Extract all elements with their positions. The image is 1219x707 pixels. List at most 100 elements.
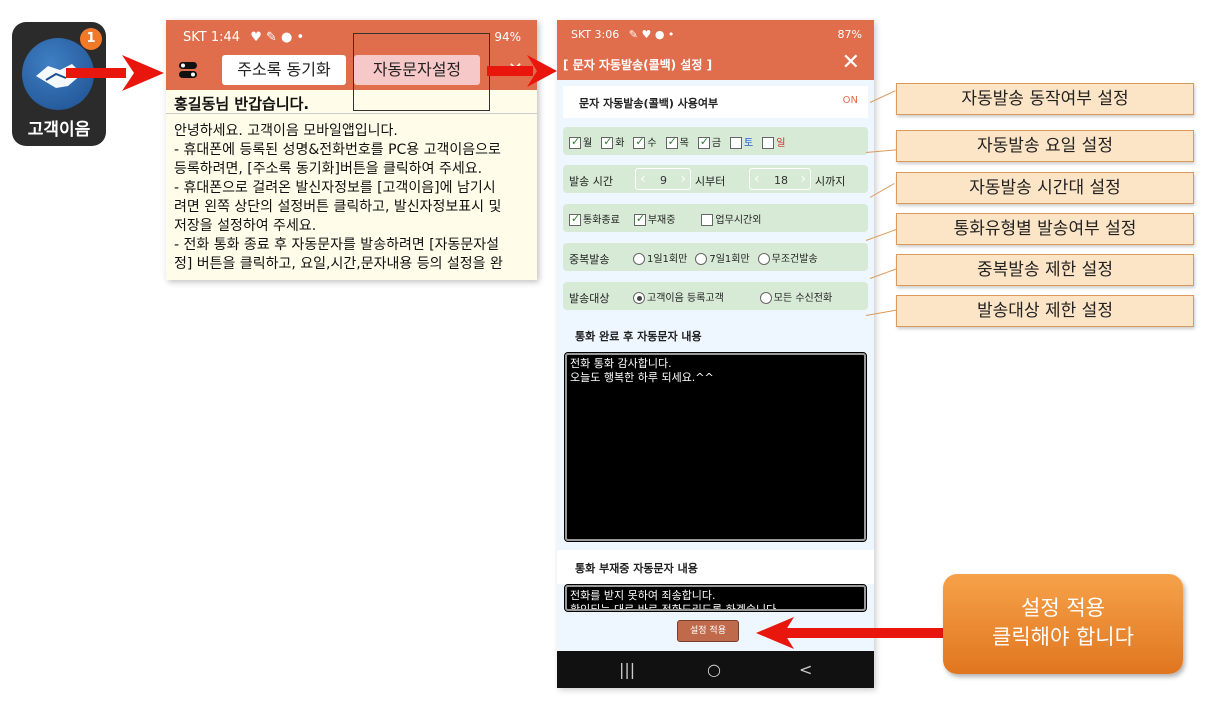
phone-screen-auto-sms-settings: SKT 3:06 ✎ ♥ ● • 87% [ 문자 자동발송(콜백) 설정 ] … — [557, 20, 874, 688]
checkbox-icon — [633, 135, 646, 149]
call-type-checkbox-0[interactable]: 통화종료 — [569, 212, 620, 226]
tutorial-canvas: 1 고객이음 SKT 1:44 ♥ ✎ ● • 94% 주소록 동기화 자동문자… — [0, 0, 1219, 707]
radio-icon — [695, 253, 708, 265]
usage-toggle[interactable]: ON — [843, 95, 858, 106]
weekday-checkbox-0[interactable]: 월 — [569, 135, 593, 149]
weekday-label: 토 — [744, 138, 754, 149]
callout-call-type: 통화유형별 발송여부 설정 — [896, 213, 1194, 245]
start-hour-stepper[interactable]: ‹ 9 › — [635, 168, 691, 190]
end-hour-value: 18 — [774, 174, 788, 187]
battery-text: 94% — [494, 30, 521, 44]
textarea-line: 오늘도 행복한 하루 되세요.^^ — [570, 371, 714, 384]
radio-icon — [633, 292, 645, 304]
status-icons: ✎ ♥ ● • — [628, 28, 675, 41]
weekday-label: 월 — [583, 138, 593, 149]
call-type-row: 통화종료 부재중 업무시간외 — [563, 204, 868, 232]
intro-line: 려면 왼쪽 상단의 설정버튼 클릭하고, 발신자정보표시 및 — [174, 199, 502, 215]
time-to-label: 시까지 — [815, 175, 846, 188]
status-time: SKT 1:44 — [183, 30, 241, 45]
arrow-right-icon — [487, 55, 557, 87]
callout-time: 자동발송 시간대 설정 — [896, 172, 1194, 204]
weekday-checkbox-6[interactable]: 일 — [762, 137, 786, 149]
call-type-label: 업무시간외 — [715, 215, 762, 226]
status-time: SKT 3:06 — [571, 28, 620, 41]
weekday-checkbox-2[interactable]: 수 — [633, 135, 657, 149]
battery-text: 87% — [837, 28, 862, 41]
settings-content: 문자 자동발송(콜백) 사용여부 ON 월 화 수 목 금 토 일 발송 시간 ‹ 9 › … — [557, 80, 874, 651]
home-icon[interactable]: ○ — [707, 660, 721, 679]
recent-apps-icon[interactable]: ||| — [619, 660, 635, 679]
intro-text: 안녕하세요. 고객이음 모바일앱입니다. - 휴대폰에 등록된 성명&전화번호를… — [166, 114, 537, 274]
apply-settings-button[interactable]: 설정 적용 — [677, 620, 739, 642]
intro-line: - 휴대폰에 등록된 성명&전화번호를 PC용 고객이음으로 — [174, 142, 501, 158]
intro-line: 안녕하세요. 고객이음 모바일앱입니다. — [174, 123, 398, 139]
checkbox-icon — [569, 135, 581, 149]
callout-line: 클릭해야 합니다 — [992, 625, 1134, 649]
call-type-checkbox-2[interactable]: 업무시간외 — [701, 214, 762, 226]
usage-label: 문자 자동발송(콜백) 사용여부 — [579, 97, 719, 110]
intro-line: 저장을 설정하여 주세요. — [174, 218, 317, 234]
weekday-checkbox-4[interactable]: 금 — [697, 135, 722, 149]
target-radio-1[interactable]: 모든 수신전화 — [759, 292, 833, 304]
weekday-label: 목 — [679, 138, 689, 149]
app-icon-label: 고객이음 — [27, 120, 91, 140]
end-hour-stepper[interactable]: ‹ 18 › — [749, 168, 811, 190]
target-label: 발송대상 — [569, 292, 610, 305]
call-type-label: 통화종료 — [583, 215, 620, 226]
duplicate-option-label: 무조건발송 — [771, 254, 818, 265]
weekday-row: 월화수목금토일 — [563, 127, 868, 155]
weekday-checkbox-3[interactable]: 목 — [665, 135, 689, 149]
callout-usage: 자동발송 동작여부 설정 — [896, 83, 1194, 115]
done-message-textarea[interactable]: 전화 통화 감사합니다. 오늘도 행복한 하루 되세요.^^ — [564, 352, 867, 542]
callout-weekday: 자동발송 요일 설정 — [896, 130, 1194, 162]
settings-toggle-icon[interactable] — [178, 60, 198, 80]
checkbox-icon — [569, 212, 581, 226]
intro-line: - 휴대폰으로 걸려온 발신자정보를 [고객이음]에 남기시 — [174, 180, 496, 196]
contact-sync-button[interactable]: 주소록 동기화 — [222, 55, 346, 85]
weekday-checkbox-5[interactable]: 토 — [730, 137, 754, 149]
radio-icon — [633, 253, 645, 265]
usage-row: 문자 자동발송(콜백) 사용여부 ON — [563, 86, 868, 118]
intro-line: - 전화 통화 종료 후 자동문자를 발송하려면 [자동문자설 — [174, 237, 500, 253]
weekday-label: 일 — [776, 138, 786, 149]
arrow-right-icon — [66, 55, 164, 91]
duplicate-radio-2[interactable]: 무조건발송 — [757, 253, 818, 265]
callout-line: 설정 적용 — [1021, 596, 1105, 620]
call-type-label: 부재중 — [647, 215, 676, 226]
time-row: 발송 시간 ‹ 9 › 시부터 ‹ 18 › 시까지 — [563, 165, 868, 193]
duplicate-radio-1[interactable]: 7일1회만 — [695, 253, 750, 265]
weekday-label: 수 — [647, 138, 657, 149]
time-label: 발송 시간 — [569, 175, 613, 188]
duplicate-row: 중복발송 1일1회만 7일1회만 무조건발송 — [563, 243, 868, 271]
settings-header: [ 문자 자동발송(콜백) 설정 ] ✕ — [557, 48, 874, 80]
target-option-label: 고객이음 등록고객 — [647, 293, 724, 304]
textarea-line: 전화 통화 감사합니다. — [570, 357, 672, 370]
missed-message-textarea[interactable]: 전화를 받지 못하여 죄송합니다. 확인되는 대로 바로 전화드리도록 하겠습니… — [564, 584, 867, 612]
duplicate-option-label: 1일1회만 — [647, 254, 688, 265]
checkbox-icon — [701, 214, 714, 226]
notification-badge: 1 — [80, 28, 102, 50]
intro-line: 등록하려면, [주소록 동기화]버튼을 클릭하여 주세요. — [174, 161, 483, 177]
back-icon[interactable]: < — [799, 660, 812, 679]
weekday-label: 화 — [615, 138, 625, 149]
call-type-checkbox-1[interactable]: 부재중 — [633, 212, 676, 226]
checkbox-icon — [762, 137, 775, 149]
target-radio-0[interactable]: 고객이음 등록고객 — [633, 292, 724, 304]
duplicate-option-label: 7일1회만 — [709, 254, 750, 265]
start-hour-value: 9 — [660, 174, 667, 187]
checkbox-icon — [601, 135, 614, 149]
callout-target: 발송대상 제한 설정 — [896, 295, 1194, 327]
callout-duplicate: 중복발송 제한 설정 — [896, 254, 1194, 286]
target-option-label: 모든 수신전화 — [773, 293, 833, 304]
weekday-label: 금 — [711, 138, 722, 149]
apply-instruction-callout: 설정 적용 클릭해야 합니다 — [943, 574, 1183, 674]
radio-icon — [757, 253, 770, 265]
weekday-checkbox-1[interactable]: 화 — [601, 135, 625, 149]
radio-icon — [759, 292, 772, 304]
checkbox-icon — [730, 137, 743, 149]
arrow-left-icon — [756, 617, 946, 649]
android-nav-bar: ||| ○ < — [557, 651, 874, 688]
duplicate-radio-0[interactable]: 1일1회만 — [633, 253, 688, 265]
close-icon[interactable]: ✕ — [842, 50, 860, 75]
textarea-line: 확인되는 대로 바로 전화드리도록 하겠습니다. — [570, 603, 780, 611]
